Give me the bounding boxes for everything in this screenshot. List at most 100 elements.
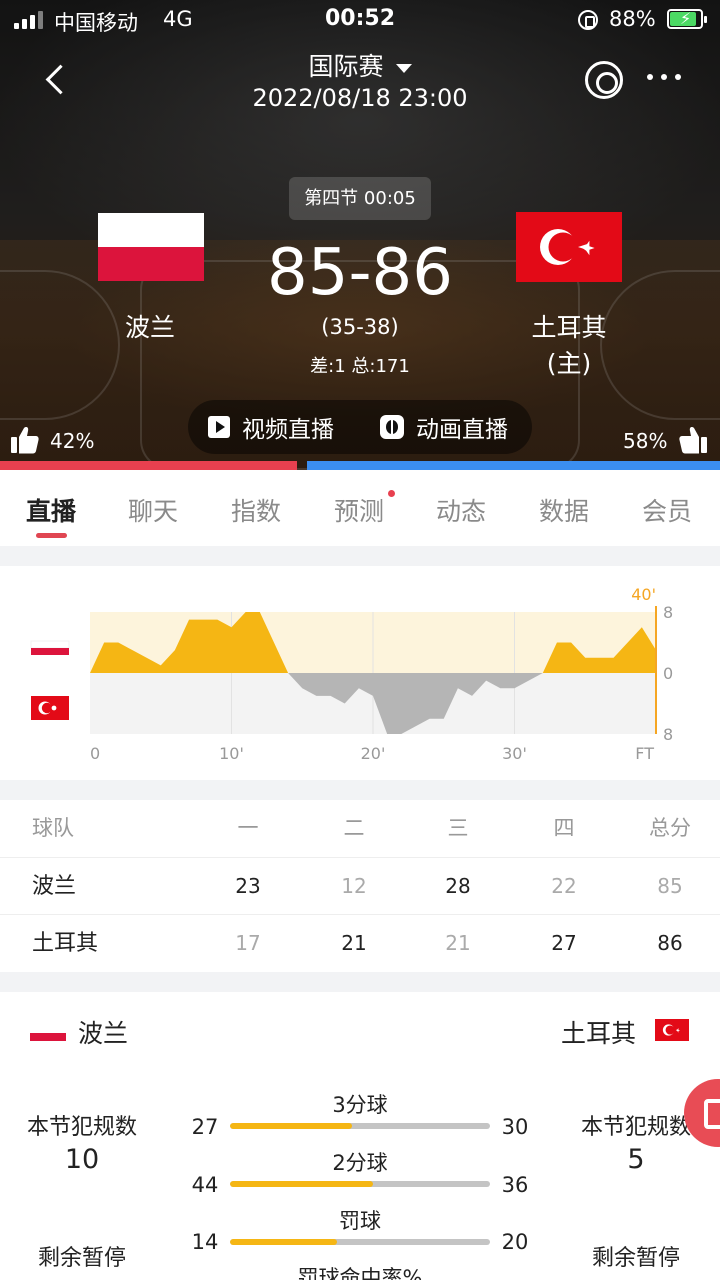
- play-icon: [208, 416, 230, 438]
- row-total: 86: [657, 931, 683, 955]
- row-total: 85: [657, 874, 683, 898]
- y-tick-label: 8: [663, 603, 673, 622]
- stat-title-ft: 罚球: [339, 1209, 381, 1233]
- stat-home-2pt: 44: [191, 1173, 219, 1197]
- home-team-name[interactable]: 波兰: [100, 308, 200, 344]
- stat-away-3pt: 30: [501, 1115, 529, 1139]
- header-team: 球队: [32, 816, 74, 840]
- turkey-legend-flag: [31, 696, 69, 720]
- competition-title: 国际赛: [308, 52, 384, 81]
- y-tick-label: 8: [663, 725, 673, 744]
- home-fouls-label: 本节犯规数: [26, 1115, 137, 1140]
- x-tick-label: 0: [90, 744, 100, 763]
- row-team: 波兰: [32, 874, 77, 899]
- header-q4: 四: [553, 816, 575, 840]
- stat-bar-fill: [230, 1123, 353, 1129]
- stat-bar-fill: [230, 1181, 373, 1187]
- home-fouls-value: 10: [64, 1144, 100, 1175]
- away-fouls-value: 5: [627, 1144, 645, 1175]
- stat-bar-ft: [230, 1239, 490, 1245]
- x-tick-label: 10': [219, 744, 244, 763]
- caret-down-icon: [395, 63, 412, 73]
- tab-odds[interactable]: 指数: [231, 492, 281, 528]
- away-team-name[interactable]: 土耳其: [517, 308, 621, 344]
- stat-title-ft-pct: 罚球命中率%: [297, 1266, 423, 1280]
- diff-total: 差:1 总:171: [310, 356, 410, 377]
- battery-icon: ⚡: [667, 9, 707, 29]
- away-timeouts-label: 剩余暂停: [591, 1246, 680, 1271]
- thumbs-up-away-icon[interactable]: [678, 425, 708, 455]
- row-q2: 21: [341, 931, 367, 955]
- status-bar: 中国移动 4G 00:52 88% ⚡: [0, 0, 720, 40]
- row-team: 土耳其: [32, 931, 99, 956]
- poland-flag-small: [30, 1025, 66, 1041]
- row-q1: 17: [235, 931, 261, 955]
- y-tick-label: 0: [663, 664, 673, 683]
- table-row: 波兰 23 12 28 22 85: [0, 857, 720, 914]
- stat-title-3pt: 3分球: [332, 1093, 388, 1117]
- stat-bar-3pt: [230, 1123, 490, 1129]
- x-tick-label: 30': [502, 744, 527, 763]
- home-court-tag: (主): [546, 349, 592, 378]
- header-total: 总分: [649, 816, 691, 840]
- tab-data[interactable]: 数据: [539, 492, 589, 528]
- row-q3: 21: [445, 931, 471, 955]
- tab-member[interactable]: 会员: [642, 492, 692, 528]
- poland-legend-flag: [30, 640, 70, 655]
- notification-dot: [388, 490, 395, 497]
- thumbs-up-home-icon[interactable]: [10, 425, 40, 455]
- quarter-score-table: 球队 一 二 三 四 总分 波兰 23 12 28 22 85 土耳其 17 2…: [0, 800, 720, 972]
- stat-away-ft: 20: [501, 1230, 529, 1254]
- tab-prediction[interactable]: 预测: [334, 492, 384, 528]
- header-q1: 一: [237, 816, 259, 840]
- animation-live-label: 动画直播: [416, 417, 508, 443]
- stats-home-team: 波兰: [78, 1019, 129, 1048]
- animation-icon: [380, 415, 404, 439]
- tab-chat[interactable]: 聊天: [128, 492, 178, 528]
- target-icon[interactable]: [585, 61, 623, 99]
- home-timeouts-label: 剩余暂停: [37, 1246, 126, 1271]
- header-q2: 二: [343, 816, 365, 840]
- battery-percent: 88%: [609, 7, 656, 31]
- turkey-flag-small: [655, 1019, 689, 1041]
- away-support-bar: [307, 461, 720, 470]
- table-row: 土耳其 17 21 21 27 86: [0, 914, 720, 971]
- row-q4: 22: [551, 874, 577, 898]
- rotation-lock-icon: [578, 10, 598, 30]
- stat-home-3pt: 27: [191, 1115, 219, 1139]
- score-trend-chart: 40' 8 0 8 0 10' 20' 30' FT: [0, 566, 720, 780]
- video-live-label: 视频直播: [242, 417, 334, 443]
- animation-live-button[interactable]: 动画直播: [380, 400, 508, 454]
- more-icon[interactable]: [647, 74, 681, 80]
- row-q1: 23: [235, 874, 261, 898]
- stat-bar-2pt: [230, 1181, 490, 1187]
- video-live-button[interactable]: 视频直播: [208, 400, 334, 454]
- tab-feed[interactable]: 动态: [436, 492, 486, 528]
- stats-away-team: 土耳其: [561, 1019, 637, 1048]
- x-tick-label: FT: [635, 744, 654, 763]
- table-header: 球队 一 二 三 四 总分: [0, 800, 720, 857]
- active-tab-indicator: [36, 533, 67, 538]
- poland-flag[interactable]: [98, 213, 204, 281]
- stat-bar-fill: [230, 1239, 337, 1245]
- stat-away-2pt: 36: [501, 1173, 529, 1197]
- halftime-score: (35-38): [321, 315, 399, 339]
- score: 85-86: [267, 236, 453, 310]
- header-q3: 三: [447, 816, 469, 840]
- stat-title-2pt: 2分球: [332, 1151, 388, 1175]
- x-tick-label: 20': [361, 744, 386, 763]
- row-q3: 28: [445, 874, 471, 898]
- away-support-percent: 58%: [623, 429, 668, 453]
- live-options: 视频直播 动画直播: [188, 400, 532, 454]
- trend-chart-svg: 40' 8 0 8 0 10' 20' 30' FT: [30, 585, 673, 763]
- tab-live[interactable]: 直播: [26, 492, 76, 528]
- period-clock: 第四节 00:05: [289, 177, 431, 220]
- row-q2: 12: [341, 874, 367, 898]
- turkey-flag[interactable]: [516, 212, 622, 282]
- support-progress: [0, 461, 720, 470]
- current-time-label: 40': [631, 585, 656, 604]
- home-support-percent: 42%: [50, 429, 95, 453]
- match-header: 中国移动 4G 00:52 88% ⚡ 国际赛 2022/08/18 23:00…: [0, 0, 720, 470]
- tab-bar: 直播 聊天 指数 预测 动态 数据 会员: [0, 470, 720, 546]
- stat-home-ft: 14: [191, 1230, 219, 1254]
